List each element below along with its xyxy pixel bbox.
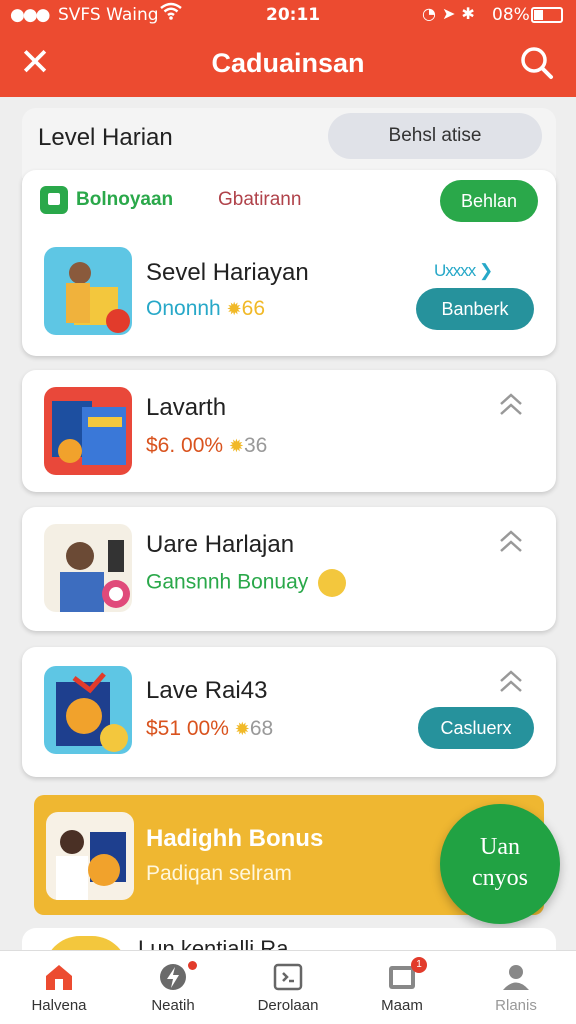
item-name: Lavarth: [146, 394, 227, 421]
notification-dot: [188, 961, 197, 970]
battery-icon: [531, 7, 563, 23]
floating-action-button[interactable]: Uan cnyos: [440, 804, 560, 924]
item-sub-value: 66: [241, 297, 266, 320]
home-icon: [44, 963, 74, 991]
top-bar: ●●● SVFS Waing 20:11 ◔➤✱ 08% ✕ Caduainsa…: [0, 0, 576, 97]
item-price-text: $51 00%: [146, 717, 229, 740]
brand-subtitle: Gbatirann: [218, 189, 302, 210]
page-title: Caduainsan: [211, 48, 365, 78]
coin-icon: [318, 569, 347, 597]
nav-item-maam[interactable]: 1 Maam: [347, 951, 457, 1024]
nav-label: Derolaan: [257, 997, 319, 1014]
nav-item-derolaan[interactable]: Derolaan: [233, 951, 343, 1024]
status-bar: ●●● SVFS Waing 20:11 ◔➤✱ 08%: [0, 0, 576, 30]
item-sub-text: Gansnnh Bonuay: [146, 570, 309, 594]
grid-icon: [273, 963, 303, 991]
list-item[interactable]: Uare Harlajan Gansnnh Bonuay: [22, 507, 556, 631]
bonus-title: Hadighh Bonus: [146, 825, 324, 852]
item-price: $51 00% ✹68: [146, 717, 273, 741]
item-value: 36: [244, 434, 268, 457]
item-thumbnail: [44, 387, 132, 475]
coin-icon: ✹: [226, 299, 242, 319]
nav-label: Maam: [381, 997, 423, 1014]
chevron-up-icon[interactable]: [498, 669, 524, 699]
item-sub: Ononnh ✹66: [146, 297, 265, 321]
status-time: 20:11: [266, 5, 321, 25]
signal-icon: ●●●: [10, 5, 50, 25]
fab-line1: Uan: [480, 834, 520, 860]
fab-line2: cnyos: [472, 865, 528, 891]
filter-pill[interactable]: Behsl atise: [328, 113, 542, 159]
list-item[interactable]: Lave Rai43 $51 00% ✹68 Casluerx: [22, 647, 556, 777]
rating-text: Uxxxx: [434, 261, 476, 280]
list-item[interactable]: Lavarth $6. 00% ✹36: [22, 370, 556, 492]
item-value: 68: [249, 717, 274, 740]
bolt-icon: [158, 963, 188, 991]
rating-stars: Uxxxx ❯: [434, 261, 493, 281]
item-price: $6. 00% ✹36: [146, 434, 267, 458]
bottom-nav: Halvena Neatih Derolaan 1 Maam Rlanis: [0, 950, 576, 1024]
nav-item-neatih[interactable]: Neatih: [118, 951, 228, 1024]
tag-button[interactable]: Behlan: [440, 180, 538, 222]
chevron-up-icon[interactable]: [498, 529, 524, 559]
header-panel: Level Harian Behsl atise: [22, 108, 556, 178]
item-price-text: $6. 00%: [146, 434, 224, 457]
search-icon[interactable]: [520, 46, 554, 80]
bonus-subtitle: Padiqan selram: [146, 862, 292, 885]
brand-name: Bolnoyaan: [76, 189, 174, 210]
notification-badge: 1: [411, 957, 427, 973]
nav-item-rlanis[interactable]: Rlanis: [461, 951, 571, 1024]
item-action-button[interactable]: Casluerx: [418, 707, 534, 749]
item-name: Uare Harlajan: [146, 531, 295, 558]
item-sub: Gansnnh Bonuay: [146, 569, 347, 597]
item-name: Sevel Hariayan: [146, 259, 309, 286]
profile-icon: [501, 963, 531, 991]
status-indicators-icon: ◔➤✱: [422, 4, 481, 23]
nav-label: Halvena: [31, 997, 87, 1014]
item-thumbnail: [44, 524, 132, 612]
section-title: Level Harian: [38, 124, 173, 151]
nav-item-home[interactable]: Halvena: [4, 951, 114, 1024]
nav-label: Rlanis: [495, 997, 537, 1014]
item-action-button[interactable]: Banberk: [416, 288, 534, 330]
carrier-label: SVFS Waing: [58, 5, 159, 25]
wifi-icon: [160, 2, 182, 25]
bonus-thumbnail: [46, 812, 134, 900]
chevron-up-icon[interactable]: [498, 392, 524, 422]
featured-card: Bolnoyaan Gbatirann Behlan Sevel Hariaya…: [22, 170, 556, 356]
nav-label: Neatih: [151, 997, 195, 1014]
battery-percent: 08%: [492, 5, 530, 25]
brand-logo-icon: [40, 186, 68, 214]
chevron-right-icon[interactable]: ❯: [479, 261, 493, 280]
item-thumbnail: [44, 666, 132, 754]
item-thumbnail[interactable]: [44, 247, 132, 335]
coin-icon: ✹: [234, 719, 250, 739]
coin-icon: ✹: [228, 436, 244, 456]
item-sub-label: Ononnh: [146, 297, 221, 320]
item-name: Lave Rai43: [146, 677, 268, 704]
